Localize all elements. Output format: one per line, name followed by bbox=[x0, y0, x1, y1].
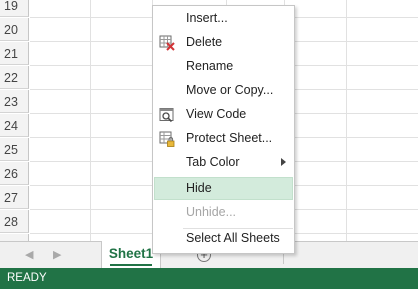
menu-item-hide[interactable]: Hide bbox=[154, 177, 293, 200]
menu-item-select-all-sheets[interactable]: Select All Sheets bbox=[154, 227, 293, 250]
row-header[interactable]: 20 bbox=[0, 18, 29, 41]
status-bar: READY bbox=[0, 268, 418, 289]
sheet-context-menu: Insert... Delete Rename Move or Copy... bbox=[152, 5, 295, 254]
menu-item-delete[interactable]: Delete bbox=[154, 31, 293, 54]
menu-item-label: Move or Copy... bbox=[186, 83, 274, 97]
row-header[interactable]: 28 bbox=[0, 210, 29, 233]
row-header[interactable]: 23 bbox=[0, 90, 29, 113]
menu-item-rename[interactable]: Rename bbox=[154, 55, 293, 78]
protect-sheet-icon bbox=[159, 131, 175, 147]
row-header[interactable]: 19 bbox=[0, 0, 29, 17]
row-header[interactable]: 21 bbox=[0, 42, 29, 65]
delete-sheet-icon bbox=[159, 35, 175, 51]
row-header[interactable]: 25 bbox=[0, 138, 29, 161]
scroll-tabs-left-icon[interactable]: ◀ bbox=[25, 248, 33, 261]
row-header[interactable]: 27 bbox=[0, 186, 29, 209]
menu-item-label: Hide bbox=[186, 181, 212, 195]
menu-item-label: Protect Sheet... bbox=[186, 131, 273, 145]
row-header[interactable]: 26 bbox=[0, 162, 29, 185]
menu-item-unhide[interactable]: Unhide... bbox=[154, 201, 293, 224]
active-tab-underline bbox=[110, 264, 152, 266]
scroll-tabs-right-icon[interactable]: ▶ bbox=[53, 248, 61, 261]
row-header[interactable]: 29 bbox=[0, 234, 29, 241]
view-code-icon bbox=[159, 107, 175, 123]
menu-item-insert[interactable]: Insert... bbox=[154, 7, 293, 30]
menu-item-label: Unhide... bbox=[186, 205, 237, 219]
menu-item-view-code[interactable]: View Code bbox=[154, 103, 293, 126]
menu-item-label: Insert... bbox=[186, 11, 228, 25]
menu-item-label: Delete bbox=[186, 35, 223, 49]
row-header[interactable]: 24 bbox=[0, 114, 29, 137]
status-text: READY bbox=[7, 272, 47, 284]
submenu-arrow-icon bbox=[281, 158, 286, 166]
row-header[interactable]: 22 bbox=[0, 66, 29, 89]
sheet-tab-label: Sheet1 bbox=[108, 246, 154, 261]
menu-item-label: Tab Color bbox=[186, 155, 240, 169]
menu-item-protect-sheet[interactable]: Protect Sheet... bbox=[154, 127, 293, 150]
menu-item-label: Rename bbox=[186, 59, 234, 73]
menu-item-label: Select All Sheets bbox=[186, 231, 280, 245]
menu-item-label: View Code bbox=[186, 107, 247, 121]
menu-item-tab-color[interactable]: Tab Color bbox=[154, 151, 293, 174]
menu-item-move-or-copy[interactable]: Move or Copy... bbox=[154, 79, 293, 102]
